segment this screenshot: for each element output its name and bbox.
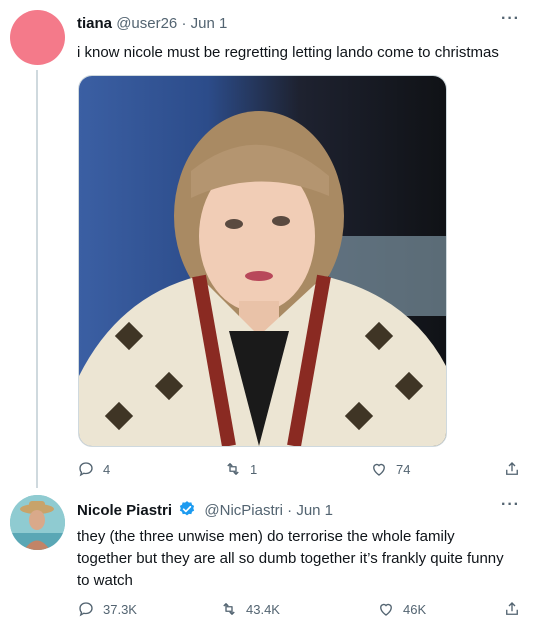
avatar[interactable] (10, 495, 65, 550)
share-icon (506, 462, 518, 475)
retweet-button[interactable]: 1 (224, 458, 257, 480)
retweet-count: 1 (250, 461, 258, 477)
tweet-header: Nicole Piastri @NicPiastri · Jun 1 (77, 500, 333, 521)
avatar[interactable] (10, 10, 65, 65)
tweet-2: Nicole Piastri @NicPiastri · Jun 1 ··· t… (0, 490, 540, 632)
author-name[interactable]: tiana (77, 15, 112, 32)
retweet-icon (223, 603, 235, 615)
tweet-header: tiana @user26 · Jun 1 (77, 14, 227, 34)
reply-icon (79, 462, 93, 477)
tweet-text: they (the three unwise men) do terrorise… (77, 528, 504, 589)
like-button[interactable]: 74 (370, 458, 410, 480)
tweet-date[interactable]: Jun 1 (191, 15, 228, 32)
share-icon (506, 602, 518, 615)
share-button[interactable] (503, 598, 521, 620)
separator-dot: · (287, 502, 293, 519)
thread-line (36, 70, 38, 488)
retweet-icon (227, 463, 239, 475)
photo-illustration (79, 76, 446, 446)
tweet-text: i know nicole must be regretting letting… (77, 44, 499, 61)
tweet-image[interactable] (78, 75, 447, 447)
like-button[interactable]: 46K (377, 598, 426, 620)
more-options-icon[interactable]: ··· (501, 10, 520, 28)
heart-icon (373, 463, 385, 476)
heart-icon (380, 603, 392, 616)
reply-count: 37.3K (103, 601, 137, 617)
verified-badge-icon (180, 501, 195, 516)
like-count: 74 (396, 461, 411, 477)
avatar-photo (10, 495, 65, 550)
reply-icon (79, 602, 93, 617)
retweet-button[interactable]: 43.4K (220, 598, 280, 620)
reply-count: 4 (103, 461, 111, 477)
reply-button[interactable]: 37.3K (77, 598, 137, 620)
like-count: 46K (403, 601, 427, 617)
author-name[interactable]: Nicole Piastri (77, 502, 172, 519)
tweet-actions: 4 1 74 (77, 458, 527, 480)
author-handle[interactable]: @NicPiastri (204, 502, 283, 519)
tweet-date[interactable]: Jun 1 (296, 502, 333, 519)
tweet-1: tiana @user26 · Jun 1 ··· i know nicole … (0, 0, 540, 490)
share-button[interactable] (503, 458, 521, 480)
author-handle[interactable]: @user26 (116, 15, 177, 32)
retweet-count: 43.4K (246, 601, 280, 617)
separator-dot: · (181, 15, 187, 32)
more-options-icon[interactable]: ··· (501, 496, 520, 514)
reply-button[interactable]: 4 (77, 458, 110, 480)
tweet-actions: 37.3K 43.4K 46K (77, 598, 527, 620)
